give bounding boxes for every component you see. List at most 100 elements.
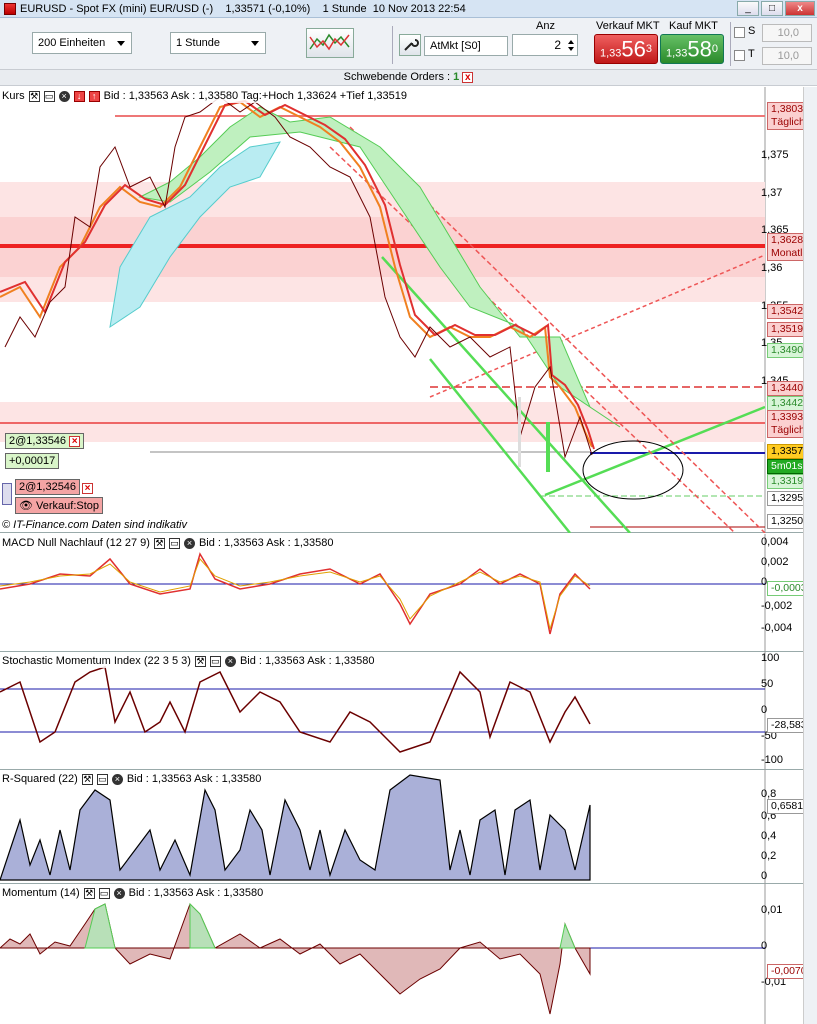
order-type-select[interactable]: AtMkt [S0] (424, 36, 508, 56)
units-select[interactable]: 200 Einheiten (32, 32, 132, 54)
wrench-icon[interactable]: ⚒ (194, 655, 206, 667)
sell-label: Verkauf MKT (596, 20, 660, 32)
position-label: 2@1,33546 (9, 435, 67, 447)
stop-checkbox[interactable] (734, 27, 745, 38)
axis-label: 1,375 (761, 149, 789, 161)
close-icon[interactable]: × (111, 773, 123, 785)
vertical-scrollbar[interactable] (803, 87, 817, 1024)
axis-label: 0,4 (761, 830, 777, 842)
window-icon[interactable]: ▭ (168, 537, 180, 549)
cancel-stop-icon[interactable]: × (82, 483, 93, 494)
sell-market-button[interactable]: 1,33563 (594, 34, 658, 64)
buy-label: Kauf MKT (669, 20, 718, 32)
window-title: EURUSD - Spot FX (mini) EUR/USD (-) 1,33… (20, 2, 466, 15)
pending-orders-count: 1 (453, 71, 460, 83)
window-icon[interactable]: ▭ (43, 90, 55, 102)
window-icon[interactable]: ▭ (98, 887, 110, 899)
wrench-button[interactable] (399, 34, 421, 56)
axis-label: -100 (761, 754, 784, 766)
price-chart-panel: Kurs ⚒ ▭ × ↓ ↑ Bid : 1,33563 Ask : 1,335… (0, 87, 817, 533)
wrench-icon[interactable]: ⚒ (28, 90, 40, 102)
price-chart-info: Bid : 1,33563 Ask : 1,33580 Tag:+Hoch 1,… (103, 90, 407, 102)
axis-label: 0,004 (761, 536, 789, 548)
spin-down-icon[interactable] (568, 47, 574, 51)
momentum-title: Momentum (14) (2, 887, 80, 899)
target-label: T (748, 48, 755, 60)
quantity-value: 2 (554, 38, 561, 52)
wrench-icon[interactable]: ⚒ (83, 887, 95, 899)
window-icon[interactable]: ▭ (96, 773, 108, 785)
timeframe-select[interactable]: 1 Stunde (170, 32, 266, 54)
momentum-panel: Momentum (14) ⚒ ▭ × Bid : 1,33563 Ask : … (0, 884, 817, 1024)
toolbar-separator (392, 26, 393, 64)
pending-orders-label: Schwebende Orders : (343, 71, 454, 83)
buy-price-big: 58 (687, 36, 712, 62)
smi-canvas (0, 652, 766, 770)
stop-value-field[interactable]: 10,0 (762, 24, 812, 42)
rsquared-title: R-Squared (22) (2, 773, 78, 785)
order-type-value: AtMkt [S0] (430, 40, 481, 52)
smi-header: Stochastic Momentum Index (22 3 5 3) ⚒ ▭… (2, 654, 379, 668)
axis-label: 1,36 (761, 262, 783, 274)
chart-lines-icon (309, 33, 350, 51)
smi-title: Stochastic Momentum Index (22 3 5 3) (2, 655, 191, 667)
axis-label: 50 (761, 678, 774, 690)
sell-price-sup: 3 (645, 43, 653, 55)
quantity-stepper[interactable]: 2 (512, 34, 578, 56)
axis-label: 1,37 (761, 187, 783, 199)
sell-price-prefix: 1,33 (599, 47, 622, 60)
window-titlebar: EURUSD - Spot FX (mini) EUR/USD (-) 1,33… (0, 0, 817, 18)
stop-order-label[interactable]: 2@1,32546 (15, 479, 81, 495)
macd-info: Bid : 1,33563 Ask : 1,33580 (198, 537, 334, 549)
target-value-field[interactable]: 10,0 (762, 47, 812, 65)
wrench-icon (404, 39, 419, 51)
buy-market-button[interactable]: 1,33580 (660, 34, 724, 64)
stop-label: S (748, 25, 756, 37)
chevron-down-icon (251, 41, 259, 46)
stop-order-text: 2@1,32546 (19, 481, 77, 493)
close-icon[interactable]: × (113, 887, 125, 899)
close-icon[interactable]: × (224, 655, 236, 667)
stop-order-type[interactable]: 👁 Verkauf:Stop (15, 497, 104, 514)
pending-orders-bar: Schwebende Orders : 1 x (0, 70, 817, 86)
close-button[interactable]: x (785, 1, 815, 16)
momentum-canvas (0, 884, 766, 1024)
close-icon[interactable]: × (183, 537, 195, 549)
close-pending-icon[interactable]: x (462, 71, 474, 83)
macd-canvas (0, 534, 766, 652)
close-icon[interactable]: × (58, 90, 70, 102)
chart-indicator-button[interactable] (306, 28, 354, 58)
wrench-icon[interactable]: ⚒ (81, 773, 93, 785)
momentum-header: Momentum (14) ⚒ ▭ × Bid : 1,33563 Ask : … (2, 886, 268, 900)
axis-label: 0 (761, 940, 768, 952)
minimize-button[interactable]: _ (737, 1, 759, 16)
quantity-label: Anz (536, 20, 555, 32)
price-chart-header: Kurs ⚒ ▭ × ↓ ↑ Bid : 1,33563 Ask : 1,335… (2, 89, 411, 103)
move-down-icon[interactable]: ↓ (73, 90, 85, 102)
axis-label: 0,2 (761, 850, 777, 862)
buy-price-prefix: 1,33 (665, 47, 688, 60)
smi-info: Bid : 1,33563 Ask : 1,33580 (239, 655, 375, 667)
timeframe-select-value: 1 Stunde (176, 37, 221, 49)
close-position-icon[interactable]: × (69, 435, 81, 447)
momentum-info: Bid : 1,33563 Ask : 1,33580 (128, 887, 264, 899)
toolbar-separator (730, 22, 731, 66)
rsquared-info: Bid : 1,33563 Ask : 1,33580 (126, 773, 262, 785)
macd-panel: MACD Null Nachlauf (12 27 9) ⚒ ▭ × Bid :… (0, 534, 817, 652)
smi-panel: Stochastic Momentum Index (22 3 5 3) ⚒ ▭… (0, 652, 817, 770)
move-up-icon[interactable]: ↑ (88, 90, 100, 102)
order-drag-handle[interactable] (2, 483, 12, 505)
spin-up-icon[interactable] (568, 40, 574, 44)
axis-label: 0 (761, 704, 768, 716)
axis-label: 0,01 (761, 904, 783, 916)
axis-label: -0,002 (761, 600, 793, 612)
rsquared-panel: R-Squared (22) ⚒ ▭ × Bid : 1,33563 Ask :… (0, 770, 817, 884)
maximize-button[interactable]: □ (761, 1, 783, 16)
rsquared-header: R-Squared (22) ⚒ ▭ × Bid : 1,33563 Ask :… (2, 772, 266, 786)
open-position-label[interactable]: 2@1,33546 × (5, 433, 85, 449)
target-checkbox[interactable] (734, 50, 745, 61)
eye-icon: 👁 (19, 500, 33, 512)
wrench-icon[interactable]: ⚒ (153, 537, 165, 549)
price-chart-title: Kurs (2, 90, 25, 102)
window-icon[interactable]: ▭ (209, 655, 221, 667)
